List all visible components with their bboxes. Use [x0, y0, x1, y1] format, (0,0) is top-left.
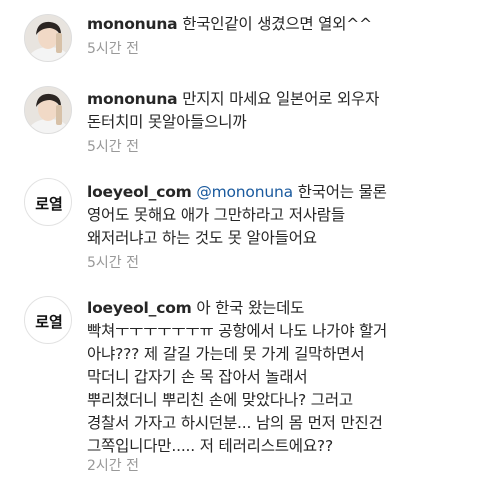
- comment-text-line: 뿌리쳤더니 뿌리친 손에 맞았다나? 그러고: [87, 391, 353, 409]
- loeyeol-logo-icon: 로열: [35, 195, 63, 213]
- comment-timestamp: 2시간 전: [87, 458, 139, 474]
- comment-username[interactable]: mononuna: [87, 15, 178, 33]
- logo-text: 로열: [35, 313, 63, 331]
- mention-link[interactable]: @mononuna: [196, 183, 293, 201]
- avatar[interactable]: [24, 86, 72, 134]
- comment-username[interactable]: mononuna: [87, 90, 178, 108]
- profile-photo-icon: [25, 87, 71, 133]
- comment-text-line: 만지지 마세요 일본어로 외우자: [182, 90, 380, 108]
- comment-text-line: 아 한국 왔는데도: [196, 299, 305, 317]
- loeyeol-logo-icon: 로열: [35, 313, 63, 331]
- comment-timestamp: 5시간 전: [87, 41, 139, 57]
- comment-text-line: 왜저러냐고 하는 것도 못 알아들어요: [87, 229, 317, 247]
- avatar[interactable]: [24, 14, 72, 62]
- profile-photo-icon: [25, 15, 71, 61]
- comment-timestamp: 5시간 전: [87, 255, 139, 271]
- comment-username[interactable]: loeyeol_com: [87, 183, 192, 201]
- comment-text: 한국인같이 생겼으면 열외^^: [182, 15, 372, 33]
- avatar[interactable]: 로열: [24, 296, 72, 344]
- comment-username[interactable]: loeyeol_com: [87, 299, 192, 317]
- logo-text: 로열: [35, 195, 63, 213]
- comment-text-line: 아냐??? 제 갈길 가는데 못 가게 길막하면서: [87, 345, 365, 363]
- comment-text-line: 돈터치미 못알아들으니까: [87, 113, 247, 131]
- comment-text-line: 그쪽입니다만..... 저 테러리스트에요??: [87, 437, 333, 455]
- comment-text-line: 빡쳐ㅜㅜㅜㅜㅜㅜㅠ 공항에서 나도 나가야 할거: [87, 322, 388, 340]
- comment-text-line: 막더니 갑자기 손 목 잡아서 놀래서: [87, 368, 308, 386]
- comment-text-line: 한국어는 물론: [297, 183, 387, 201]
- comment-text-line: 경찰서 가자고 하시던분... 남의 몸 먼저 만진건: [87, 414, 383, 432]
- avatar[interactable]: 로열: [24, 178, 72, 226]
- comment-text-line: 영어도 못해요 애가 그만하라고 저사람들: [87, 206, 345, 224]
- comment-timestamp: 5시간 전: [87, 139, 139, 155]
